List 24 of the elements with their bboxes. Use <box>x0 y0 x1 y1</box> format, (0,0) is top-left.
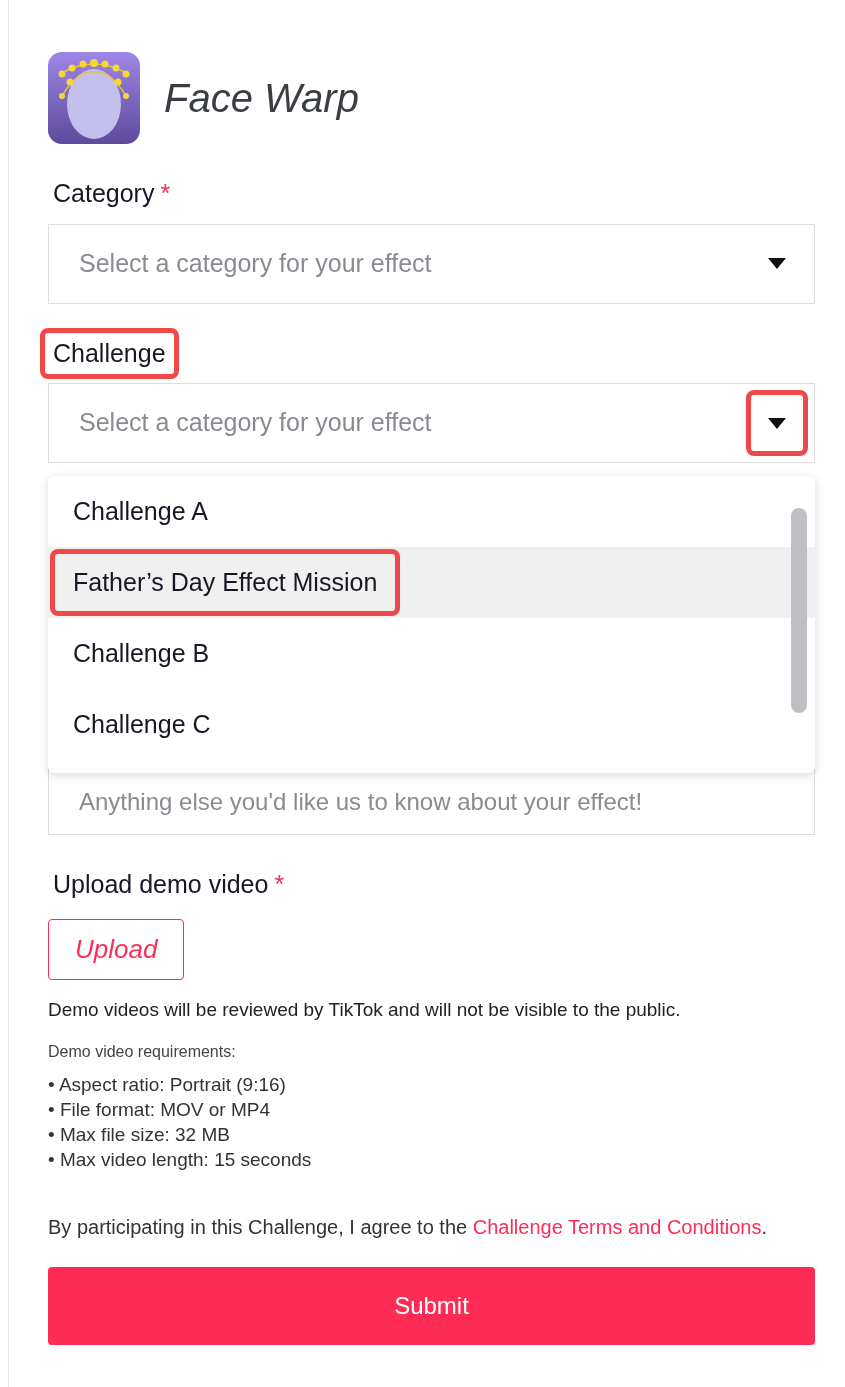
select-field[interactable]: Select a category for your effect <box>48 383 815 463</box>
field-label: Category * <box>52 178 172 209</box>
dropdown-option[interactable]: Challenge A <box>48 476 815 547</box>
submit-button[interactable]: Submit <box>48 1267 815 1345</box>
requirement-item: • File format: MOV or MP4 <box>48 1098 272 1122</box>
requirement-item: • Max file size: 32 MB <box>48 1123 231 1147</box>
terms-link[interactable]: Challenge Terms and Conditions <box>472 1216 762 1238</box>
requirement-item: • Max video length: 15 seconds <box>48 1148 313 1172</box>
upload-button[interactable]: Upload <box>48 918 185 980</box>
info-text: Demo videos will be reviewed by TikTok and will not be visible to the public. <box>48 997 682 1022</box>
caret-down-icon <box>768 417 786 429</box>
scrollbar-thumb[interactable] <box>791 508 807 713</box>
field-label: Upload demo video * <box>52 869 286 900</box>
agreement-text: By participating in this Challenge, I agree to the Challenge Terms and Conditions. <box>48 1215 768 1240</box>
select-field[interactable]: Select a category for your effect <box>48 223 815 304</box>
dropdown-option[interactable]: Challenge B <box>48 618 815 689</box>
dropdown-option[interactable]: Father’s Day Effect Mission <box>48 547 815 618</box>
field-label: Challenge <box>40 327 179 379</box>
requirements-heading: Demo video requirements: <box>48 1042 237 1062</box>
caret-down-icon <box>768 258 786 269</box>
app-title: Face Warp <box>164 75 359 122</box>
requirement-item: • Aspect ratio: Portrait (9:16) <box>48 1073 287 1097</box>
app-logo-icon <box>48 52 140 144</box>
dropdown-toggle[interactable] <box>746 390 808 456</box>
